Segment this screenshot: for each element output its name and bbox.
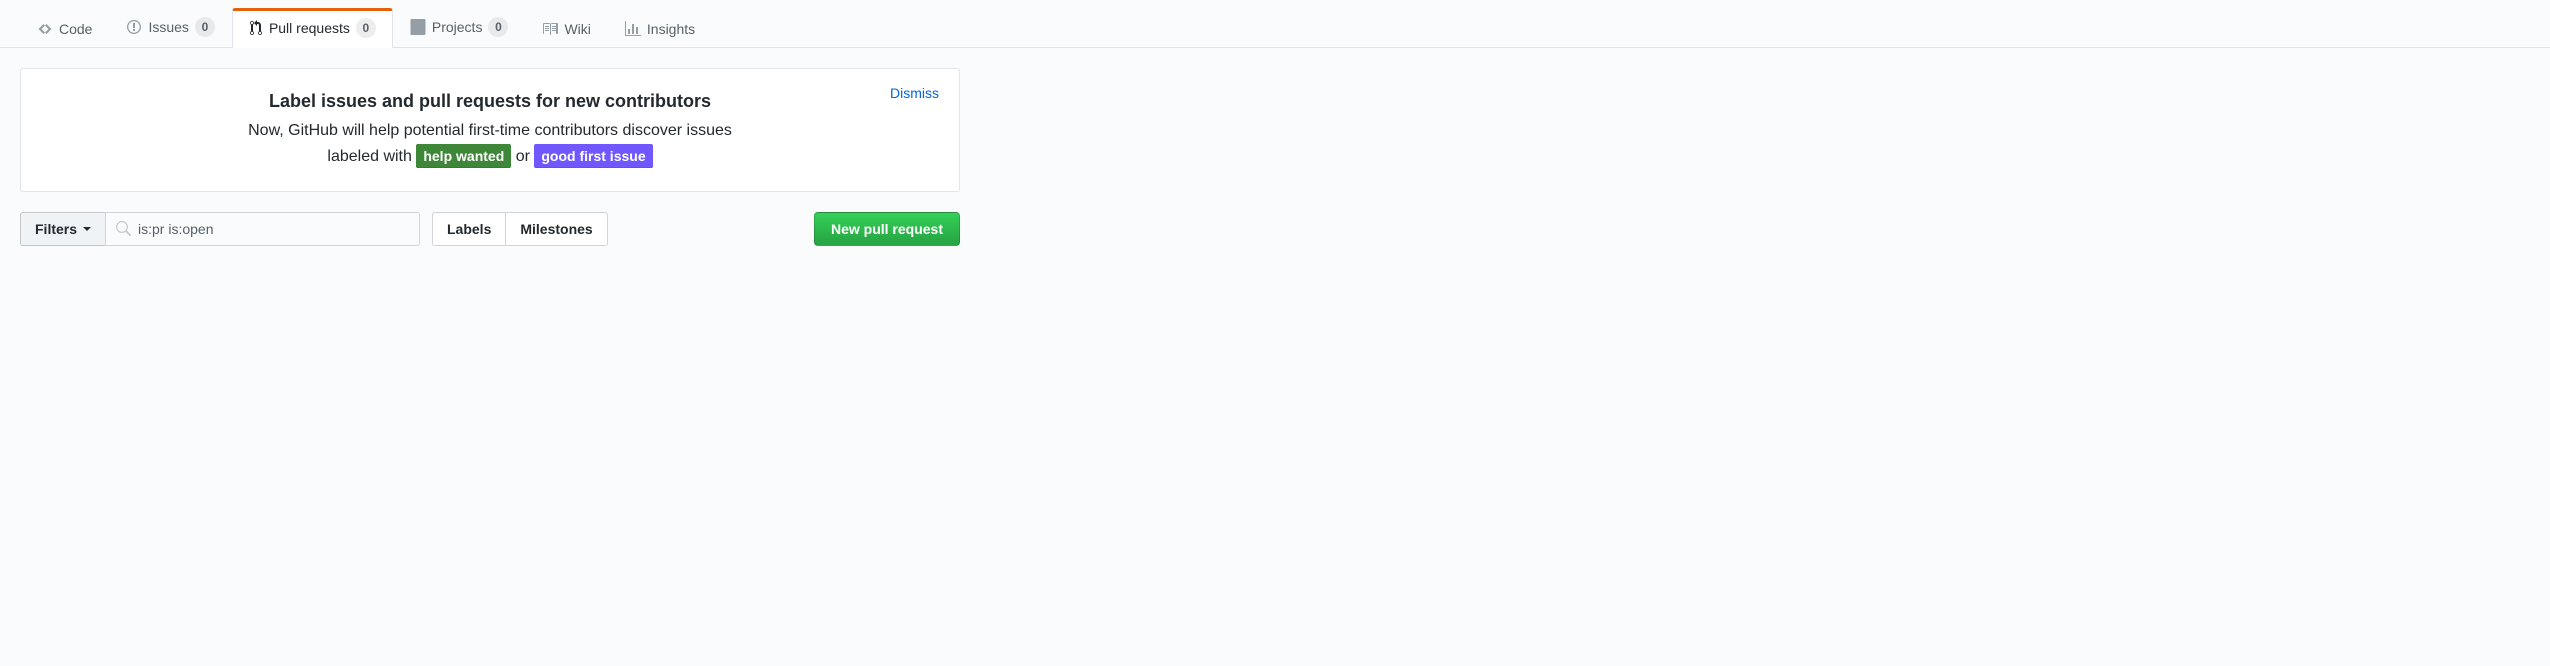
- tab-issues[interactable]: Issues 0: [109, 6, 231, 47]
- search-icon: [115, 221, 131, 237]
- contributor-labels-banner: Dismiss Label issues and pull requests f…: [20, 68, 960, 192]
- labels-milestones-group: Labels Milestones: [432, 212, 608, 246]
- tab-label: Projects: [432, 19, 483, 35]
- banner-title: Label issues and pull requests for new c…: [45, 91, 935, 112]
- search-wrap: [105, 212, 420, 246]
- tab-projects[interactable]: Projects 0: [393, 6, 526, 47]
- dismiss-link[interactable]: Dismiss: [890, 85, 939, 101]
- pulls-count: 0: [356, 18, 376, 38]
- projects-icon: [410, 19, 426, 35]
- tab-label: Pull requests: [269, 20, 350, 36]
- pull-request-icon: [249, 20, 263, 36]
- labels-button[interactable]: Labels: [432, 212, 505, 246]
- tab-wiki[interactable]: Wiki: [525, 10, 607, 47]
- tab-insights[interactable]: Insights: [608, 10, 712, 47]
- label-good-first-issue[interactable]: good first issue: [534, 144, 652, 168]
- projects-count: 0: [488, 17, 508, 37]
- banner-line2-mid: or: [511, 148, 534, 165]
- label-help-wanted[interactable]: help wanted: [416, 144, 511, 168]
- filters-dropdown-button[interactable]: Filters: [20, 212, 105, 246]
- tab-label: Wiki: [564, 21, 590, 37]
- tab-code[interactable]: Code: [20, 10, 109, 47]
- tab-pull-requests[interactable]: Pull requests 0: [232, 8, 393, 48]
- milestones-button[interactable]: Milestones: [505, 212, 607, 246]
- banner-line1: Now, GitHub will help potential first-ti…: [248, 122, 732, 139]
- tab-label: Insights: [647, 21, 695, 37]
- insights-icon: [625, 21, 641, 37]
- banner-body: Now, GitHub will help potential first-ti…: [45, 118, 935, 169]
- repo-tabnav: Code Issues 0 Pull requests 0 Projects 0: [0, 0, 2550, 48]
- issues-count: 0: [195, 17, 215, 37]
- code-icon: [37, 21, 53, 37]
- search-input[interactable]: [105, 212, 420, 246]
- filters-label: Filters: [35, 221, 77, 237]
- new-pull-request-button[interactable]: New pull request: [814, 212, 960, 246]
- tab-label: Issues: [148, 19, 188, 35]
- issues-subnav: Filters Labels Milestones New pull reque…: [20, 212, 960, 246]
- banner-line2-prefix: labeled with: [327, 148, 416, 165]
- wiki-icon: [542, 21, 558, 37]
- tab-label: Code: [59, 21, 92, 37]
- chevron-down-icon: [83, 227, 91, 231]
- filter-search-group: Filters: [20, 212, 420, 246]
- issues-icon: [126, 19, 142, 35]
